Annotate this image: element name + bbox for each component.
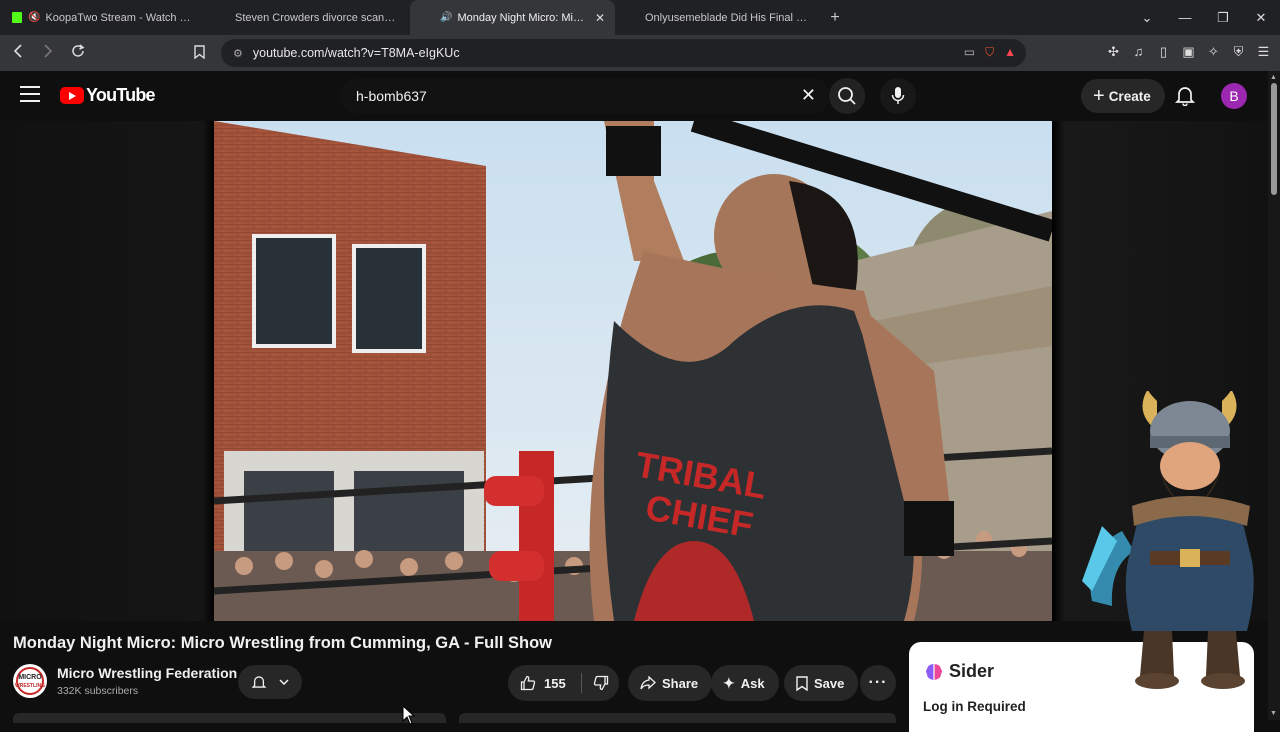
sparkle-icon: ✦ bbox=[723, 674, 735, 691]
svg-text:WRESTLING: WRESTLING bbox=[15, 683, 45, 689]
thumbs-up-icon bbox=[520, 675, 536, 691]
subscriber-count: 332K subscribers bbox=[57, 685, 139, 697]
browser-tab-onlyuse[interactable]: Onlyusemeblade Did His Final Litty Strea… bbox=[615, 0, 820, 35]
bookmark-icon bbox=[796, 675, 808, 691]
browser-tab-active[interactable]: 🔊 Monday Night Micro: Micro Wrestling fr… bbox=[410, 0, 615, 35]
scroll-down-icon[interactable]: ▼ bbox=[1270, 710, 1277, 717]
subscribed-notification-button[interactable] bbox=[238, 665, 302, 699]
wallet-icon[interactable]: ▣ bbox=[1180, 44, 1197, 60]
url-bar-icons: ▭ ⛉ ▲ bbox=[964, 45, 1016, 60]
cast-icon[interactable]: ▭ bbox=[964, 45, 975, 60]
muted-speaker-icon[interactable]: 🔇 bbox=[28, 12, 40, 23]
ask-label: Ask bbox=[740, 675, 765, 691]
tab-title: Onlyusemeblade Did His Final Litty Strea… bbox=[645, 11, 810, 24]
notifications-bell-icon[interactable] bbox=[1174, 84, 1196, 111]
guide-menu-icon[interactable] bbox=[20, 86, 40, 107]
brave-rewards-icon[interactable]: ▲ bbox=[1004, 45, 1016, 60]
tab-title: Monday Night Micro: Micro Wrestling from… bbox=[457, 11, 589, 24]
minimize-icon[interactable]: — bbox=[1166, 10, 1204, 25]
extensions-icon[interactable]: ✣ bbox=[1105, 44, 1122, 60]
tab-title: Steven Crowders divorce scandal | REACTI… bbox=[235, 11, 400, 24]
search-input[interactable]: h-bomb637 ✕ bbox=[340, 78, 830, 114]
more-horizontal-icon: ··· bbox=[868, 674, 888, 691]
sider-name: Sider bbox=[949, 661, 995, 681]
youtube-play-icon bbox=[60, 87, 84, 104]
more-actions-button[interactable]: ··· bbox=[860, 665, 896, 701]
speaker-icon[interactable]: 🔊 bbox=[440, 12, 452, 23]
forward-icon[interactable] bbox=[35, 44, 60, 62]
vpn-icon[interactable]: ⛨ bbox=[1230, 44, 1247, 60]
browser-tab-strip: 🔇 KoopaTwo Stream - Watch Live on Kick S… bbox=[0, 0, 1280, 35]
search-button[interactable] bbox=[829, 78, 865, 114]
channel-name[interactable]: Micro Wrestling Federation bbox=[57, 665, 237, 681]
sider-brand: Sider bbox=[924, 661, 994, 682]
back-icon[interactable] bbox=[5, 44, 30, 62]
like-button[interactable]: 155 bbox=[508, 665, 581, 701]
maximize-icon[interactable]: ❐ bbox=[1204, 10, 1242, 26]
video-title: Monday Night Micro: Micro Wrestling from… bbox=[13, 634, 552, 652]
kick-icon bbox=[12, 12, 22, 23]
reload-icon[interactable] bbox=[65, 44, 90, 62]
dislike-button[interactable] bbox=[582, 675, 619, 691]
scroll-up-icon[interactable]: ▲ bbox=[1270, 74, 1277, 81]
bookmark-icon[interactable] bbox=[194, 45, 205, 62]
like-count: 155 bbox=[544, 675, 566, 691]
create-label: Create bbox=[1108, 88, 1151, 104]
description-box-top[interactable] bbox=[13, 713, 446, 723]
viking-mascot-icon[interactable] bbox=[1062, 391, 1272, 691]
ask-button[interactable]: ✦ Ask bbox=[711, 665, 779, 701]
menu-icon[interactable]: ☰ bbox=[1255, 44, 1272, 60]
window-controls: ⌄ — ❐ ✕ bbox=[1128, 0, 1280, 35]
music-icon[interactable]: ♫ bbox=[1130, 44, 1147, 60]
browser-toolbar: ⚙ youtube.com/watch?v=T8MA-eIgKUc ▭ ⛉ ▲ … bbox=[0, 35, 1280, 71]
search-icon bbox=[838, 87, 856, 105]
microphone-icon bbox=[891, 87, 905, 104]
chevron-down-icon bbox=[279, 679, 289, 685]
tab-title: KoopaTwo Stream - Watch Live on Kick bbox=[45, 11, 195, 24]
sider-login-text: Log in Required bbox=[923, 699, 1026, 714]
create-button[interactable]: + Create bbox=[1081, 79, 1165, 113]
share-label: Share bbox=[662, 675, 699, 691]
scrollbar-thumb[interactable] bbox=[1271, 83, 1277, 195]
logo-text: YouTube bbox=[86, 85, 156, 105]
save-label: Save bbox=[814, 675, 845, 691]
comments-box-top[interactable] bbox=[459, 713, 896, 723]
video-scene: TRIBAL CHIEF bbox=[214, 121, 1052, 621]
browser-tab-kick[interactable]: 🔇 KoopaTwo Stream - Watch Live on Kick bbox=[0, 0, 205, 35]
close-tab-icon[interactable]: ✕ bbox=[595, 11, 605, 25]
url-text: youtube.com/watch?v=T8MA-eIgKUc bbox=[252, 46, 460, 60]
share-icon bbox=[640, 676, 656, 690]
account-avatar[interactable]: B bbox=[1221, 83, 1247, 109]
masthead: YouTube h-bomb637 ✕ + Create B bbox=[0, 71, 1268, 121]
new-tab-button[interactable]: + bbox=[820, 9, 850, 27]
close-window-icon[interactable]: ✕ bbox=[1242, 10, 1280, 26]
video-frame[interactable]: TRIBAL CHIEF bbox=[214, 121, 1052, 621]
extensions-area: ✣ ♫ ▯ ▣ ✧ ⛨ ☰ bbox=[1105, 44, 1272, 60]
brave-shield-icon[interactable]: ⛉ bbox=[985, 45, 994, 60]
search-query: h-bomb637 bbox=[356, 88, 427, 104]
url-bar[interactable]: ⚙ youtube.com/watch?v=T8MA-eIgKUc ▭ ⛉ ▲ bbox=[221, 39, 1026, 67]
thumbs-down-icon bbox=[593, 675, 608, 691]
bell-icon bbox=[251, 676, 267, 688]
browser-tab-crowder[interactable]: Steven Crowders divorce scandal | REACTI… bbox=[205, 0, 410, 35]
youtube-logo[interactable]: YouTube bbox=[60, 85, 156, 106]
channel-avatar[interactable]: MICRO WRESTLING bbox=[13, 664, 47, 698]
like-dislike-group: 155 bbox=[508, 665, 619, 701]
sidebar-icon[interactable]: ▯ bbox=[1155, 44, 1172, 60]
save-button[interactable]: Save bbox=[784, 665, 859, 701]
site-info-icon[interactable]: ⚙ bbox=[233, 47, 243, 60]
brain-icon bbox=[926, 663, 942, 680]
channel-logo: MICRO WRESTLING bbox=[14, 665, 46, 697]
clear-search-icon[interactable]: ✕ bbox=[801, 85, 816, 106]
plus-icon: + bbox=[1093, 84, 1105, 107]
sparkle-icon[interactable]: ✧ bbox=[1205, 44, 1222, 60]
mouse-cursor-icon bbox=[402, 705, 416, 725]
youtube-page: YouTube h-bomb637 ✕ + Create B ▲ ▼ TRIBA… bbox=[0, 71, 1280, 732]
svg-text:MICRO: MICRO bbox=[18, 674, 42, 681]
voice-search-button[interactable] bbox=[880, 78, 916, 114]
tab-search-icon[interactable]: ⌄ bbox=[1128, 10, 1166, 26]
share-button[interactable]: Share bbox=[628, 665, 713, 701]
